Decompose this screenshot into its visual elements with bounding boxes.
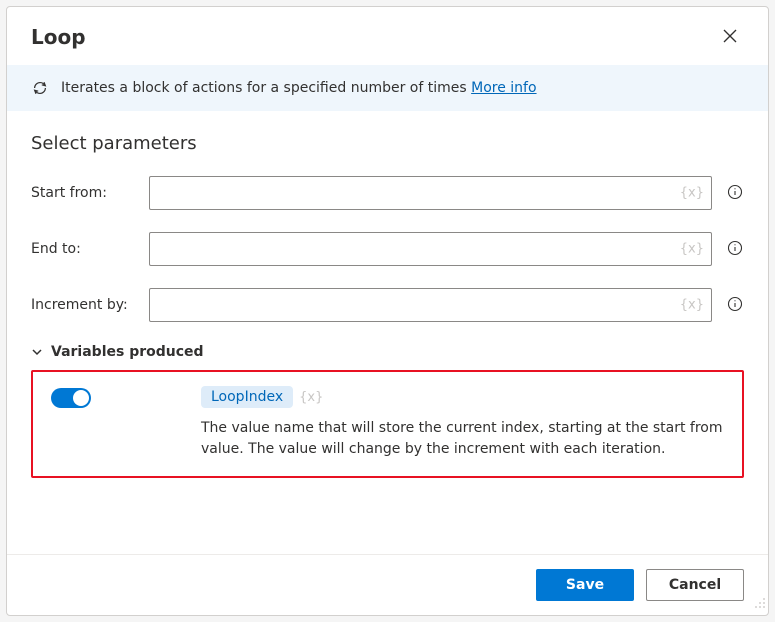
increment-by-label: Increment by: (31, 297, 135, 313)
close-icon (723, 29, 737, 46)
variables-produced-label: Variables produced (51, 344, 204, 360)
variable-type-icon: {x} (299, 390, 323, 405)
variable-picker-icon[interactable]: {x} (680, 298, 704, 313)
info-icon (727, 296, 743, 315)
variable-picker-icon[interactable]: {x} (680, 186, 704, 201)
info-icon (727, 240, 743, 259)
cancel-button[interactable]: Cancel (646, 569, 744, 601)
info-icon (727, 184, 743, 203)
variable-picker-icon[interactable]: {x} (680, 242, 704, 257)
start-from-label: Start from: (31, 185, 135, 201)
variables-produced-header[interactable]: Variables produced (31, 344, 744, 360)
dialog-footer: Save Cancel (7, 554, 768, 615)
variable-description: The value name that will store the curre… (201, 418, 724, 460)
variable-toggle[interactable] (51, 388, 91, 408)
increment-by-input[interactable] (149, 288, 712, 322)
variables-produced-panel: LoopIndex {x} The value name that will s… (31, 370, 744, 478)
end-to-label: End to: (31, 241, 135, 257)
resize-grip-icon[interactable] (754, 594, 766, 613)
save-button[interactable]: Save (536, 569, 634, 601)
banner-text: Iterates a block of actions for a specif… (61, 80, 537, 96)
row-start-from: Start from: {x} (31, 176, 744, 210)
toggle-knob (73, 390, 89, 406)
end-to-info-button[interactable] (726, 240, 744, 258)
end-to-input[interactable] (149, 232, 712, 266)
section-title: Select parameters (31, 133, 744, 154)
dialog-title: Loop (31, 25, 86, 49)
close-button[interactable] (716, 23, 744, 51)
start-from-info-button[interactable] (726, 184, 744, 202)
increment-by-info-button[interactable] (726, 296, 744, 314)
more-info-link[interactable]: More info (471, 80, 536, 96)
chevron-down-icon (31, 346, 43, 358)
variable-name-chip[interactable]: LoopIndex (201, 386, 293, 408)
row-increment-by: Increment by: {x} (31, 288, 744, 322)
titlebar: Loop (7, 7, 768, 65)
row-end-to: End to: {x} (31, 232, 744, 266)
start-from-input[interactable] (149, 176, 712, 210)
info-banner: Iterates a block of actions for a specif… (7, 65, 768, 111)
loop-dialog: Loop Iterates a block of (6, 6, 769, 616)
loop-icon (31, 79, 49, 97)
